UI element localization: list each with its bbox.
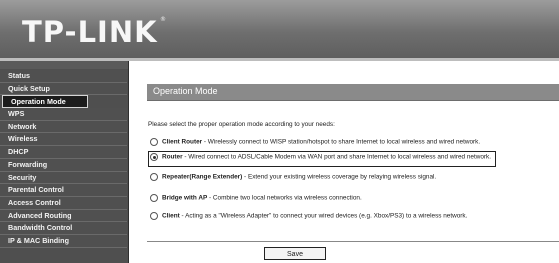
sidebar-item-ip-mac-binding[interactable]: IP & MAC Binding (0, 234, 127, 248)
option-name: Router (162, 153, 183, 161)
tp-link-logo: TP-LINK (22, 15, 158, 49)
option-name: Bridge with AP (162, 194, 208, 202)
option-description: - Combine two local networks via wireles… (207, 194, 362, 202)
option-router[interactable]: Router - Wired connect to ADSL/Cable Mod… (148, 151, 497, 167)
sidebar-item-operation-mode[interactable]: Operation Mode (2, 95, 88, 109)
radio-bridge-with-ap[interactable] (150, 194, 158, 202)
sidebar-item-parental-control[interactable]: Parental Control (0, 184, 127, 197)
radio-repeater[interactable] (150, 173, 158, 181)
option-description: - Extend your existing wireless coverage… (242, 173, 437, 181)
option-description: - Acting as a "Wireless Adapter" to conn… (179, 212, 468, 220)
footer-divider (147, 241, 559, 242)
sidebar-item-forwarding[interactable]: Forwarding (0, 158, 127, 172)
radio-router[interactable] (150, 153, 158, 161)
header-banner: TP-LINK ® (0, 0, 559, 58)
section-title-bar: Operation Mode (147, 84, 559, 101)
option-description: - Wirelessly connect to WISP station/hot… (202, 138, 481, 146)
sidebar-item-wireless[interactable]: Wireless (0, 133, 127, 147)
option-repeater[interactable]: Repeater(Range Extender) - Extend your e… (150, 173, 436, 185)
sidebar-item-network[interactable]: Network (0, 120, 127, 134)
option-client-router[interactable]: Client Router - Wirelessly connect to WI… (150, 138, 480, 150)
page-title: Operation Mode (153, 86, 218, 96)
radio-client[interactable] (150, 212, 158, 220)
trademark-symbol: ® (160, 16, 166, 23)
sidebar-item-status[interactable]: Status (0, 70, 127, 83)
sidebar-item-bandwidth-control[interactable]: Bandwidth Control (0, 222, 127, 235)
main-content: Operation Mode Please select the proper … (130, 61, 559, 263)
save-button[interactable]: Save (264, 247, 326, 260)
sidebar-item-advanced-routing[interactable]: Advanced Routing (0, 209, 127, 223)
option-client[interactable]: Client - Acting as a "Wireless Adapter" … (150, 212, 467, 224)
sidebar-item-quick-setup[interactable]: Quick Setup (0, 82, 127, 96)
sidebar-top-spacer (0, 61, 128, 69)
sidebar: Status Quick Setup Operation Mode WPS Ne… (0, 61, 129, 263)
option-bridge-with-ap[interactable]: Bridge with AP - Combine two local netwo… (150, 194, 362, 206)
sidebar-item-security[interactable]: Security (0, 171, 127, 185)
sidebar-item-wps[interactable]: WPS (0, 108, 127, 121)
instruction-text: Please select the proper operation mode … (148, 121, 335, 128)
sidebar-menu: Status Quick Setup Operation Mode WPS Ne… (0, 70, 127, 248)
option-name: Client (162, 212, 180, 220)
option-name: Repeater(Range Extender) (162, 173, 243, 181)
radio-client-router[interactable] (150, 138, 158, 146)
option-name: Client Router (162, 138, 203, 146)
sidebar-item-access-control[interactable]: Access Control (0, 196, 127, 210)
sidebar-item-dhcp[interactable]: DHCP (0, 146, 127, 159)
option-description: - Wired connect to ADSL/Cable Modem via … (182, 153, 492, 161)
